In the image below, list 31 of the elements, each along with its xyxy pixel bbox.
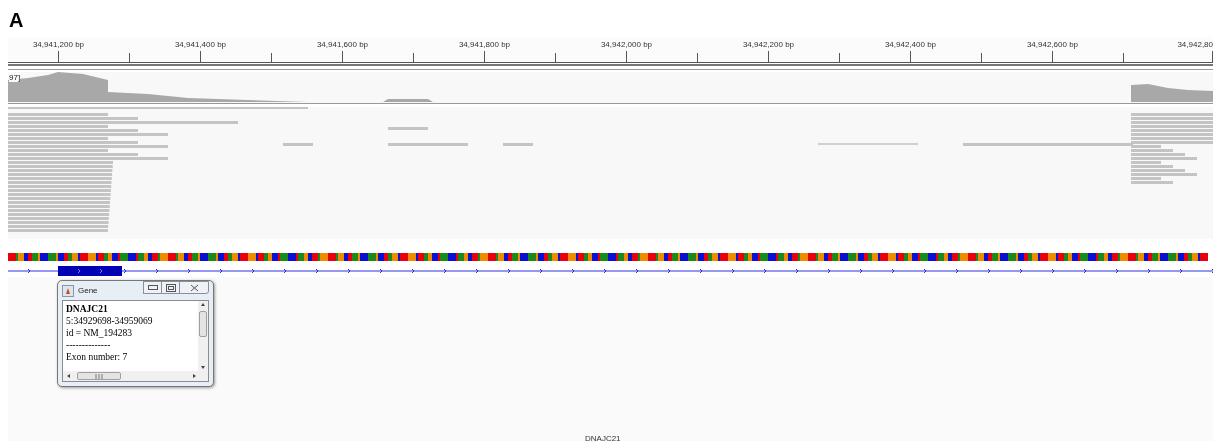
ruler-label: 34,942,600 bp	[1026, 39, 1079, 49]
info-line: id = NM_194283	[66, 327, 134, 339]
info-line: --------------	[66, 339, 112, 351]
up-arrow-icon	[199, 301, 207, 307]
maximize-button[interactable]	[161, 281, 180, 294]
horizontal-scrollbar[interactable]	[63, 371, 208, 381]
window-title: Gene	[78, 286, 98, 295]
figure-label: A	[8, 8, 25, 33]
gene-name: DNAJC21	[66, 303, 109, 315]
close-icon	[189, 283, 199, 292]
info-line: 5:34929698-34959069	[66, 315, 154, 327]
right-arrow-icon	[192, 372, 198, 380]
ruler-label: 34,941,200 bp	[32, 39, 85, 49]
ruler-label: 34,941,600 bp	[316, 39, 369, 49]
app-icon	[62, 284, 74, 297]
range-label: 97]	[9, 73, 21, 82]
vertical-scrollbar[interactable]	[198, 301, 208, 371]
minimize-icon	[147, 284, 158, 291]
ruler-label: 34,942,200 bp	[742, 39, 795, 49]
ruler-label: 34,941,800 bp	[458, 39, 511, 49]
maximize-icon	[165, 283, 176, 292]
close-button[interactable]	[179, 281, 209, 294]
gene-label: DNAJC21	[585, 434, 621, 441]
ruler-label: 34,942,400 bp	[884, 39, 937, 49]
ruler-label: 34,942,80	[1177, 39, 1213, 49]
ruler-label: 34,942,000 bp	[600, 39, 653, 49]
ruler-label: 34,941,400 bp	[174, 39, 227, 49]
grip-icon	[95, 373, 103, 379]
down-arrow-icon	[199, 365, 207, 371]
left-arrow-icon	[65, 372, 71, 380]
info-line: Exon number: 7	[66, 351, 129, 363]
